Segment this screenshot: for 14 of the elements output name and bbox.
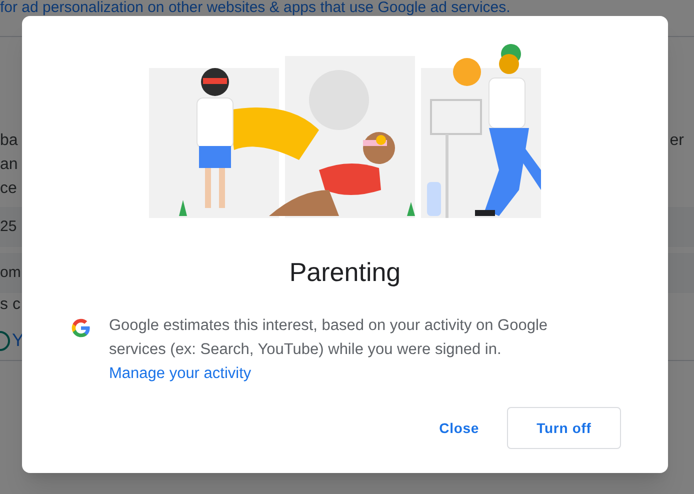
google-logo-icon — [71, 318, 91, 338]
close-button[interactable]: Close — [431, 410, 487, 446]
ad-services-link[interactable]: for ad personalization on other websites & apps that use Google ad services. — [0, 0, 510, 16]
body-text: ba — [0, 131, 18, 151]
list-item-text: 25 — [0, 216, 17, 237]
body-text: ce — [0, 179, 17, 199]
dialog-title: Parenting — [289, 256, 401, 288]
turn-off-button[interactable]: Turn off — [507, 407, 621, 449]
body-text: er — [670, 131, 685, 151]
explanation-text: Google estimates this interest, based on your activity on Google services (ex: Search, YouTube) while you were signed in. Manage your activity — [109, 316, 549, 384]
list-item-text: om — [0, 262, 21, 283]
body-text: an — [0, 155, 18, 175]
body-text: s c — [0, 295, 20, 315]
manage-activity-link[interactable]: Manage your activity — [109, 365, 252, 382]
